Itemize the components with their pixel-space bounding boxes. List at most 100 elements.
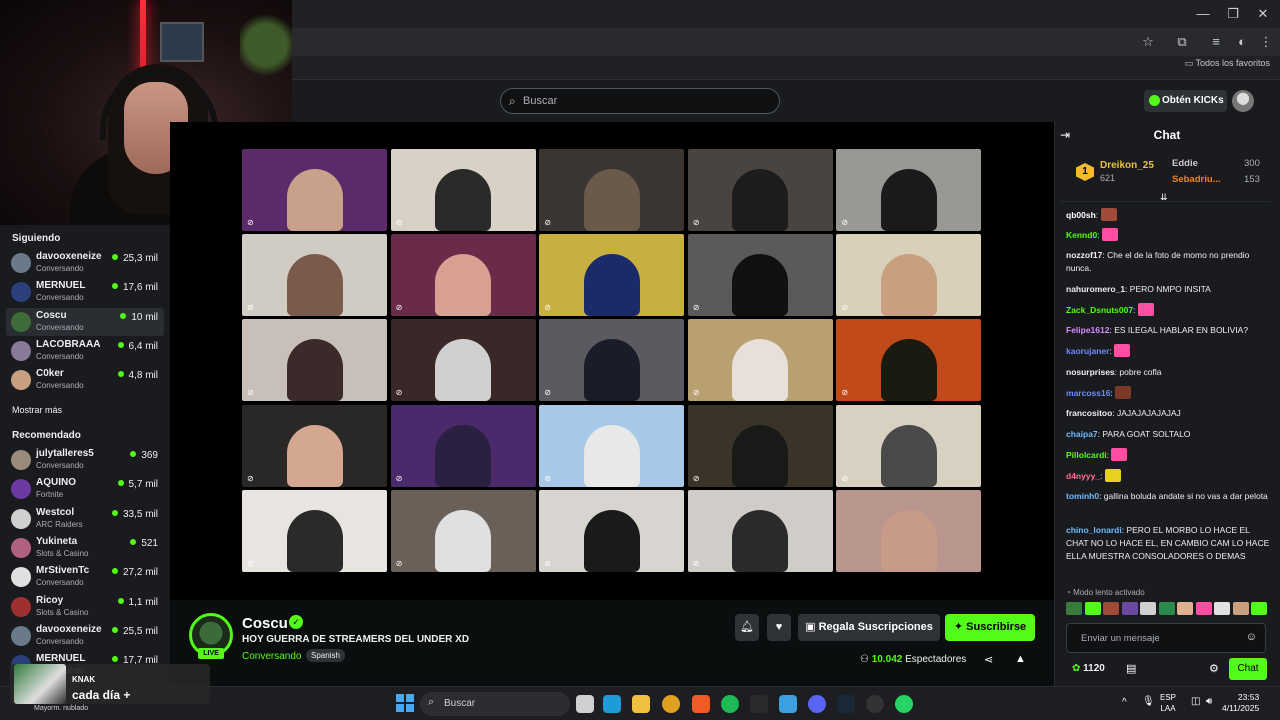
emote-icon[interactable] xyxy=(1232,602,1249,615)
bell-icon[interactable]: 🔔︎ xyxy=(735,614,759,641)
participant-video-tile[interactable]: ⊘ xyxy=(242,234,387,317)
video-player[interactable]: ⊘ ⊘ ⊘ ⊘ ⊘ ⊘ ⊘ ⊘ ⊘ ⊘ ⊘ ⊘ ⊘ ⊘ ⊘ ⊘ ⊘ ⊘ ⊘ ⊘ ⊘ ⊘ ⊘ ⊘ xyxy=(170,122,1054,600)
share-icon[interactable]: ⋖ xyxy=(984,653,993,666)
chat-username[interactable]: Kennd0 xyxy=(1066,230,1097,240)
chat-input[interactable]: Enviar un mensaje ☺ xyxy=(1066,623,1266,653)
emote-icon[interactable] xyxy=(1177,602,1193,615)
chat-username[interactable]: qb00sh xyxy=(1066,210,1096,220)
leader-name[interactable]: Dreikon_25 xyxy=(1100,160,1154,171)
taskbar-search[interactable]: ⌕ Buscar xyxy=(420,692,570,716)
emote-icon[interactable] xyxy=(1251,602,1267,615)
emoji-icon[interactable]: ☺ xyxy=(1246,631,1257,643)
participant-video-tile[interactable]: ⊘ xyxy=(242,489,387,572)
maximize-icon[interactable]: ❐ xyxy=(1218,4,1248,24)
microphone-icon[interactable]: 🎙︎ xyxy=(1142,696,1155,707)
gift-subs-button[interactable]: ▣ Regala Suscripciones xyxy=(798,614,940,641)
expand-icon[interactable]: ⇊ xyxy=(1160,192,1168,203)
address-bar[interactable] xyxy=(292,28,1280,56)
minimize-icon[interactable]: — xyxy=(1188,4,1218,24)
close-icon[interactable]: ✕ xyxy=(1248,4,1278,24)
chat-username[interactable]: nosurprises xyxy=(1066,367,1115,377)
media-icon[interactable]: ≡ xyxy=(1206,33,1226,51)
participant-video-tile[interactable]: ⊘ xyxy=(242,404,387,487)
leader-name[interactable]: Sebadriu... xyxy=(1172,174,1221,185)
sidebar-channel-mrstiventc[interactable]: MrStivenTc Conversando 27,2 mil xyxy=(6,563,164,591)
chat-username[interactable]: Zack_Dsnuts007 xyxy=(1066,305,1133,315)
spotify-icon[interactable] xyxy=(721,695,739,713)
chat-username[interactable]: chaipa7 xyxy=(1066,429,1098,439)
obs-icon[interactable] xyxy=(866,695,884,713)
participant-video-tile[interactable]: ⊘ xyxy=(390,319,536,402)
windows-start-icon[interactable] xyxy=(396,694,414,712)
sidebar-channel-davooxeneize[interactable]: davooxeneize Conversando 25,3 mil xyxy=(6,249,164,277)
sidebar-channel-mernuel[interactable]: MERNUEL Conversando 17,6 mil xyxy=(6,278,164,306)
participant-video-tile[interactable]: ⊘ xyxy=(539,234,685,317)
tray-chevron-icon[interactable]: ^ xyxy=(1122,697,1127,708)
participant-video-tile[interactable]: ⊘ xyxy=(539,149,685,231)
bookmarks-folder[interactable]: ▭ Todos los favoritos xyxy=(1185,58,1270,69)
emote-icon[interactable] xyxy=(1121,602,1138,615)
extensions-icon[interactable]: ⧉ xyxy=(1172,33,1192,51)
keyboard-language[interactable]: ESP LAA xyxy=(1160,692,1176,714)
emote-icon[interactable] xyxy=(1066,602,1082,615)
taskbar-clock[interactable]: 23:53 4/11/2025 xyxy=(1222,692,1259,714)
participant-video-tile[interactable]: ⊘ xyxy=(836,404,982,487)
chat-username[interactable]: Felipe1612 xyxy=(1066,325,1109,335)
participant-video-tile[interactable]: ⊘ xyxy=(687,234,833,317)
leader-name[interactable]: Eddie xyxy=(1172,158,1198,169)
chat-username[interactable]: kaorujaner xyxy=(1066,346,1109,356)
streamer-name[interactable]: Coscu xyxy=(242,615,288,632)
sidebar-channel-yukineta[interactable]: Yukineta Slots & Casino 521 xyxy=(6,534,164,562)
chat-username[interactable]: francositoo xyxy=(1066,408,1112,418)
participant-video-tile[interactable]: ⊘ xyxy=(687,489,833,572)
kick-points[interactable]: ✿ 1120 xyxy=(1072,663,1105,674)
emote-icon[interactable] xyxy=(1195,602,1212,615)
emote-icon[interactable] xyxy=(1140,602,1156,615)
store-icon[interactable]: ▤ xyxy=(1126,662,1136,675)
warning-icon[interactable]: ▲ xyxy=(1015,653,1026,665)
menu-kebab-icon[interactable]: ⋮ xyxy=(1256,33,1276,51)
participant-video-tile[interactable]: ⊘ xyxy=(539,489,685,572)
emote-icon[interactable] xyxy=(1158,602,1175,615)
sidebar-channel-westcol[interactable]: Westcol ARC Raiders 33,5 mil xyxy=(6,505,164,533)
brave-icon[interactable] xyxy=(692,695,710,713)
participant-video-tile[interactable]: ⊘ xyxy=(242,319,387,402)
participant-video-tile[interactable]: ⊘ xyxy=(539,319,685,402)
chat-username[interactable]: Pillolcardi xyxy=(1066,450,1107,460)
emote-bar[interactable] xyxy=(1066,602,1267,618)
file-explorer-icon[interactable] xyxy=(632,695,650,713)
get-kicks-button[interactable]: Obtén KICKs xyxy=(1144,90,1227,112)
sidebar-channel-julytalleres5[interactable]: julytalleres5 Conversando 369 xyxy=(6,446,164,474)
edge-icon[interactable] xyxy=(603,695,621,713)
participant-video-tile[interactable]: ⊘ xyxy=(836,149,982,231)
emote-icon[interactable] xyxy=(1214,602,1230,615)
chat-username[interactable]: chino_lonardi xyxy=(1066,525,1122,535)
discord-icon[interactable] xyxy=(808,695,826,713)
stream-category[interactable]: Conversando xyxy=(242,651,301,662)
participant-video-tile[interactable]: ⊘ xyxy=(687,149,833,231)
chat-username[interactable]: d4nyyy_ xyxy=(1066,471,1100,481)
participant-video-tile[interactable]: ⊘ xyxy=(390,234,536,317)
network-icon[interactable]: ◫ xyxy=(1191,696,1200,707)
emote-icon[interactable] xyxy=(1103,602,1119,615)
emote-icon[interactable] xyxy=(1084,602,1101,615)
sidebar-channel-lacobraaa[interactable]: LACOBRAAA Conversando 6,4 mil xyxy=(6,337,164,365)
chat-username[interactable]: tominh0 xyxy=(1066,491,1099,501)
task-view-icon[interactable] xyxy=(576,695,594,713)
sidebar-channel-c0ker[interactable]: C0ker Conversando 4,8 mil xyxy=(6,366,164,394)
participant-video-tile[interactable]: ⊘ xyxy=(390,404,536,487)
participant-video-tile[interactable] xyxy=(836,489,982,572)
sidebar-channel-coscu[interactable]: Coscu Conversando 10 mil xyxy=(6,307,164,336)
language-tag[interactable]: Spanish xyxy=(306,649,345,662)
steam-icon[interactable] xyxy=(837,695,855,713)
bookmark-star-icon[interactable]: ☆ xyxy=(1138,33,1158,51)
participant-video-tile[interactable]: ⊘ xyxy=(242,149,387,231)
participant-video-tile[interactable]: ⊘ xyxy=(539,404,685,487)
chat-username[interactable]: nozzof17 xyxy=(1066,250,1102,260)
participant-video-tile[interactable]: ⊘ xyxy=(687,319,833,402)
subscribe-button[interactable]: ✦ Suscribirse xyxy=(945,614,1035,641)
sidebar-channel-davooxeneize[interactable]: davooxeneize Conversando 25,5 mil xyxy=(6,622,164,650)
epic-games-icon[interactable] xyxy=(750,695,768,713)
profile-icon[interactable]: ◐ xyxy=(1232,33,1252,51)
show-more-link[interactable]: Mostrar más xyxy=(12,405,62,415)
